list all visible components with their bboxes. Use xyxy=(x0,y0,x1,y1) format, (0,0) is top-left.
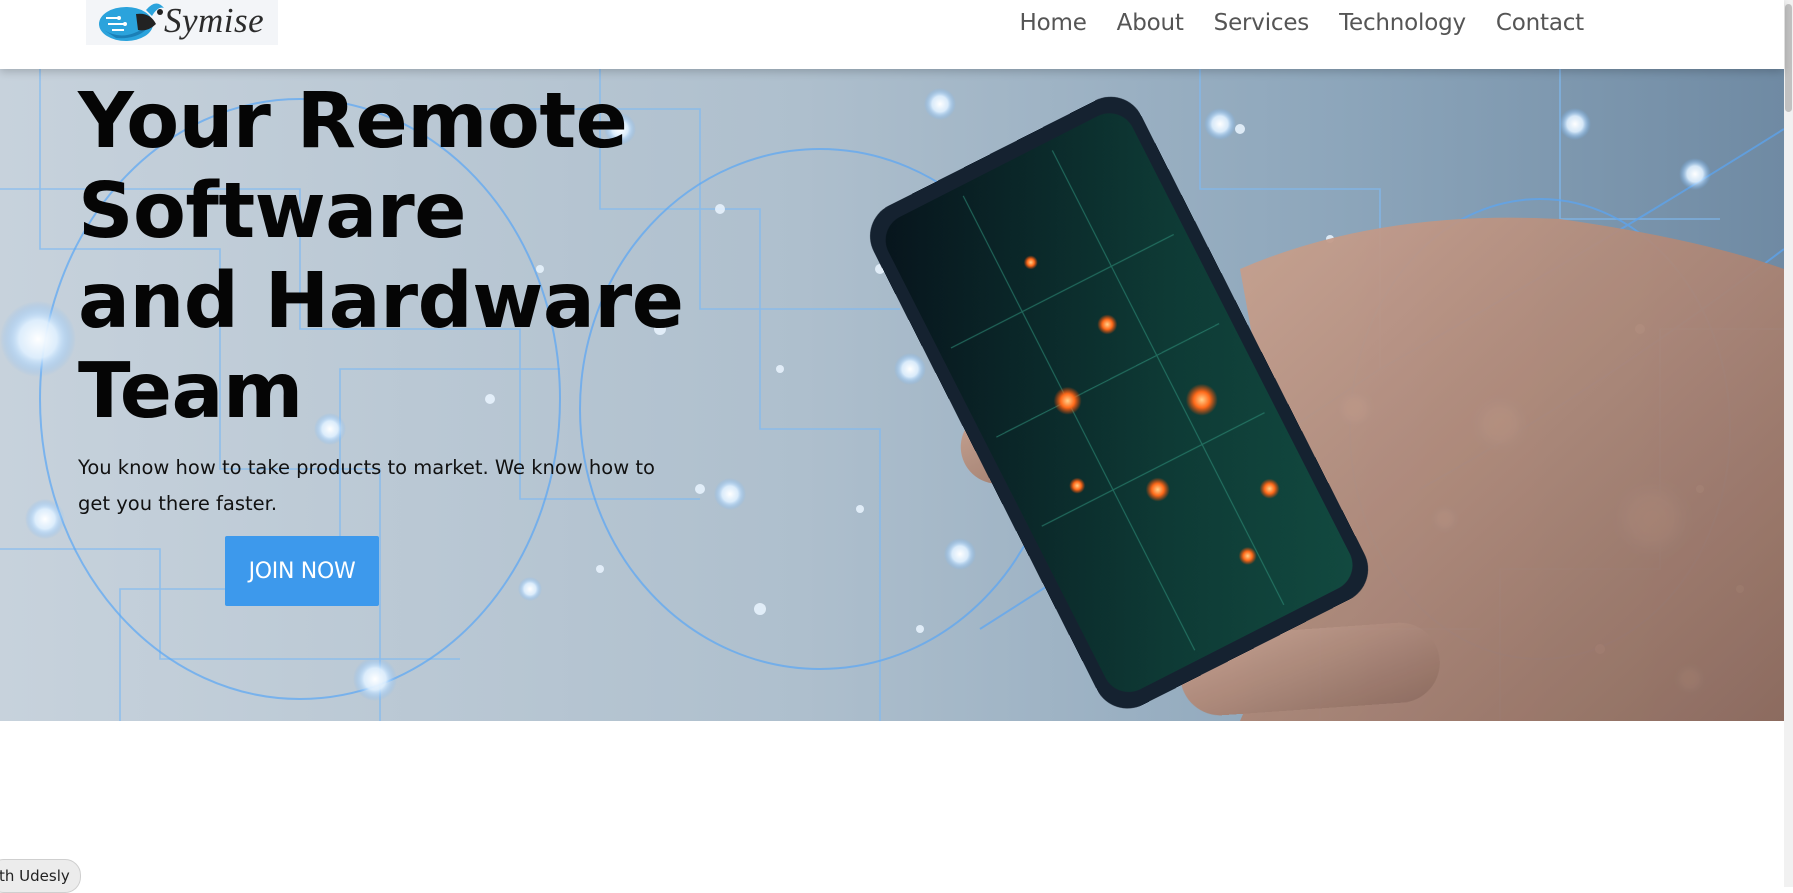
scrollbar-thumb[interactable] xyxy=(1785,4,1792,112)
nav-services-link[interactable]: Services xyxy=(1214,10,1310,36)
hero-title-line: Your Remote xyxy=(78,77,628,166)
nav-home-link[interactable]: Home xyxy=(1020,10,1087,36)
site-header: Symise Home About Services Technology Co… xyxy=(0,0,1784,69)
join-now-button[interactable]: JOIN NOW xyxy=(225,536,379,606)
nav-about-link[interactable]: About xyxy=(1117,10,1184,36)
nav-technology-link[interactable]: Technology xyxy=(1339,10,1466,36)
bird-circuit-logo-icon xyxy=(99,3,164,41)
hero-section: Your Remote Software and Hardware Team Y… xyxy=(0,69,1784,721)
hero-title-line: and Hardware xyxy=(78,257,684,346)
made-with-badge[interactable]: th Udesly xyxy=(0,859,81,893)
hero-title-line: Team xyxy=(78,347,303,436)
hero-title-line: Software xyxy=(78,167,466,256)
hero-title: Your Remote Software and Hardware Team xyxy=(78,77,684,437)
brand-logo[interactable]: Symise xyxy=(86,0,278,45)
page-scrollbar[interactable] xyxy=(1784,0,1793,887)
nav-contact-link[interactable]: Contact xyxy=(1496,10,1584,36)
brand-name: Symise xyxy=(164,0,265,40)
hero-subtitle: You know how to take products to market.… xyxy=(78,456,655,515)
main-nav: Home About Services Technology Contact xyxy=(1020,4,1585,42)
